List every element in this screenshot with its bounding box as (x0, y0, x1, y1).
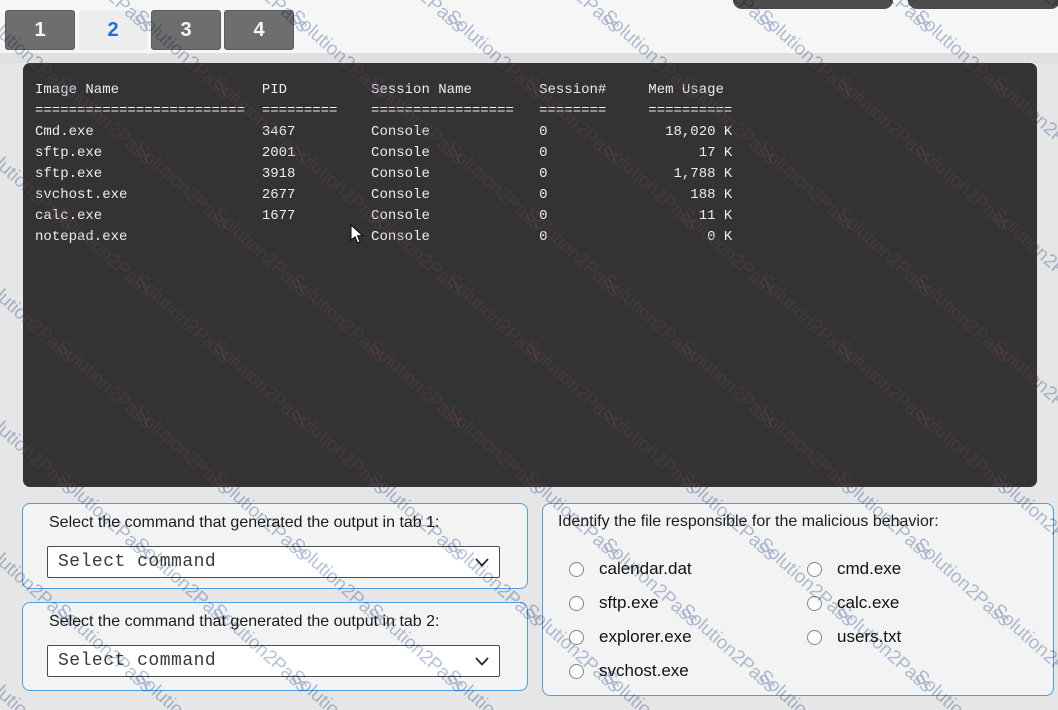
radio-option[interactable]: svchost.exe (569, 661, 689, 681)
watermark-text: Solution2Pass (129, 270, 234, 368)
watermark-text: Solution2Pass (987, 468, 1037, 487)
watermark-text: Solution2Pass (519, 336, 624, 434)
watermark-text: Solution2Pass (441, 402, 546, 487)
radio-option[interactable]: users.txt (807, 627, 901, 647)
watermark-text: Solution2Pass (909, 402, 1014, 487)
watermark-text: Solution2Pass (285, 402, 390, 487)
command-select-2[interactable]: Select command (47, 645, 500, 677)
question-3-panel: Identify the file responsible for the ma… (542, 503, 1054, 696)
watermark-text: Solution2Pass (753, 270, 858, 368)
radio-button-icon[interactable] (807, 630, 822, 645)
watermark-text: Solution2Pass (909, 270, 1014, 368)
radio-button-icon[interactable] (807, 562, 822, 577)
radio-option-label: calc.exe (837, 593, 899, 613)
watermark-text: Solution2Pass (441, 270, 546, 368)
tab-2-label: 2 (107, 19, 118, 42)
terminal-panel: Solution2PassSolution2PassSolution2PassS… (23, 63, 1037, 487)
command-select-1-value: Select command (58, 552, 475, 572)
tab-3-label: 3 (180, 19, 191, 42)
tab-4[interactable]: 4 (224, 10, 294, 50)
divider-band (0, 53, 1058, 63)
watermark-text: Solution2Pass (23, 402, 78, 487)
radio-option-label: calendar.dat (599, 559, 692, 579)
command-select-2-value: Select command (58, 651, 475, 671)
radio-option-label: cmd.exe (837, 559, 901, 579)
watermark-text: Solution2Pass (675, 336, 780, 434)
watermark-text: Solution2Pass (51, 336, 156, 434)
radio-option-label: sftp.exe (599, 593, 659, 613)
watermark-text: Solution2Pass (831, 468, 936, 487)
watermark-text: Solution2Pass (129, 402, 234, 487)
watermark-text: Solution2Pass (363, 468, 468, 487)
tab-4-label: 4 (253, 19, 264, 42)
radio-option[interactable]: sftp.exe (569, 593, 659, 613)
tab-1[interactable]: 1 (5, 10, 75, 50)
radio-option[interactable]: cmd.exe (807, 559, 901, 579)
tab-2[interactable]: 2 (79, 10, 147, 50)
chevron-down-icon (475, 657, 489, 666)
question-1-panel: Select the command that generated the ou… (22, 503, 528, 589)
radio-button-icon[interactable] (569, 562, 584, 577)
watermark-text: Solution2Pass (597, 270, 702, 368)
question-1-label: Select the command that generated the ou… (49, 514, 439, 532)
radio-option[interactable]: explorer.exe (569, 627, 692, 647)
watermark-text: Solution2Pass (831, 336, 936, 434)
watermark-text: Solution2Pass (519, 468, 624, 487)
radio-button-icon[interactable] (569, 630, 584, 645)
watermark-text: Solution2Pass (597, 402, 702, 487)
radio-option[interactable]: calc.exe (807, 593, 899, 613)
watermark-text: Solution2Pass (207, 336, 312, 434)
radio-option-label: explorer.exe (599, 627, 692, 647)
watermark-text: Solution2Pass (51, 468, 156, 487)
question-2-panel: Select the command that generated the ou… (22, 602, 528, 691)
watermark-text: Solution2Pass (23, 270, 78, 368)
tab-3[interactable]: 3 (151, 10, 221, 50)
cutoff-button-2[interactable] (908, 0, 1058, 9)
radio-options: calendar.dat sftp.exe explorer.exe svchost.… (543, 504, 1053, 695)
radio-option-label: svchost.exe (599, 661, 689, 681)
tab-1-label: 1 (34, 19, 45, 42)
radio-button-icon[interactable] (807, 596, 822, 611)
watermark-text: Solution2Pass (987, 336, 1037, 434)
command-select-1[interactable]: Select command (47, 546, 500, 578)
exam-question-screen: 1 2 3 4 Solution2PassSolution2PassSoluti… (0, 0, 1058, 710)
chevron-down-icon (475, 558, 489, 567)
terminal-output: Image Name PID Session Name Session# Mem… (23, 63, 1037, 265)
watermark-text: Solution2Pass (753, 402, 858, 487)
watermark-text: Solution2Pass (207, 468, 312, 487)
radio-button-icon[interactable] (569, 596, 584, 611)
watermark-text: Solution2Pass (363, 336, 468, 434)
question-2-label: Select the command that generated the ou… (49, 613, 439, 631)
radio-button-icon[interactable] (569, 664, 584, 679)
watermark-text: Solution2Pass (675, 468, 780, 487)
radio-option[interactable]: calendar.dat (569, 559, 692, 579)
cutoff-button-1[interactable] (733, 0, 893, 9)
radio-option-label: users.txt (837, 627, 901, 647)
watermark-text: Solution2Pass (285, 270, 390, 368)
